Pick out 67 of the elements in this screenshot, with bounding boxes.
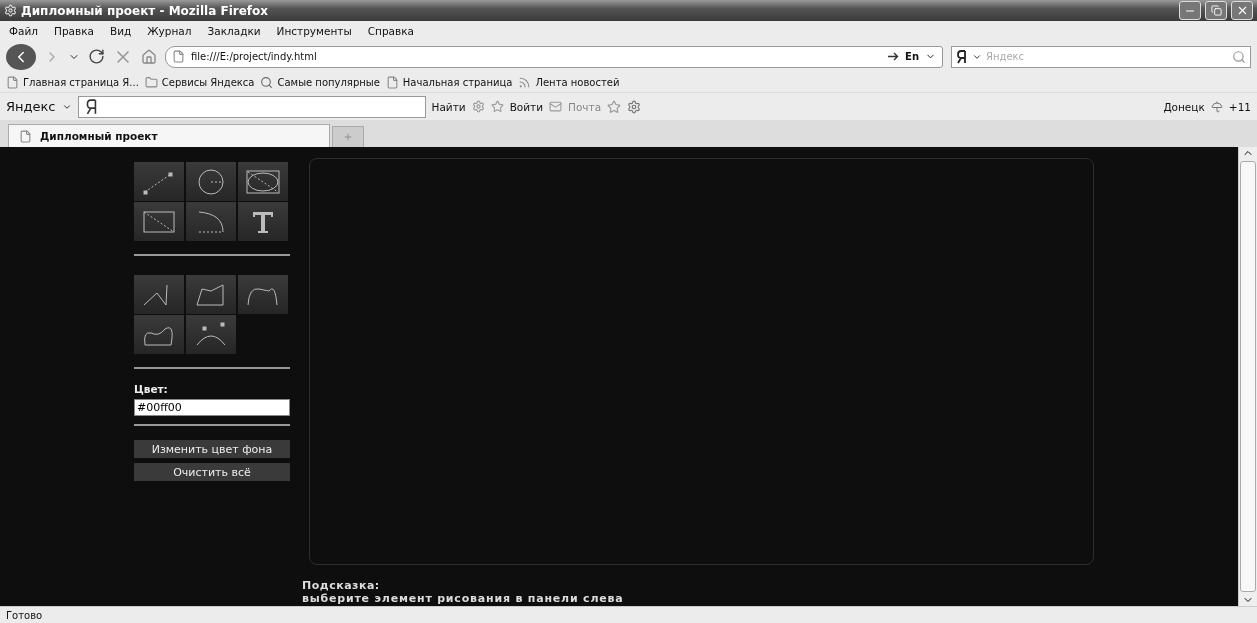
status-text: Готово bbox=[6, 609, 43, 621]
minimize-button[interactable] bbox=[1179, 1, 1201, 20]
bookmark-link[interactable]: Сервисы Яндекса bbox=[161, 77, 255, 88]
search-icon[interactable] bbox=[1232, 49, 1246, 64]
star-icon[interactable] bbox=[490, 100, 504, 113]
restore-button[interactable] bbox=[1205, 1, 1227, 20]
hint-title: Подсказка: bbox=[302, 579, 381, 592]
menu-item[interactable]: Журнал bbox=[147, 24, 192, 37]
tool-button[interactable] bbox=[186, 275, 236, 314]
language-indicator[interactable]: En bbox=[905, 51, 919, 62]
yandex-engine-icon[interactable] bbox=[956, 49, 968, 64]
tool-button[interactable] bbox=[186, 202, 236, 241]
page-icon bbox=[6, 76, 19, 89]
go-arrow-icon[interactable] bbox=[888, 52, 900, 61]
window-title: Дипломный проект - Mozilla Firefox bbox=[21, 3, 269, 18]
restore-icon bbox=[1210, 5, 1222, 16]
menu-item[interactable]: Правка bbox=[54, 24, 94, 37]
bookmark-link[interactable]: Лента новостей bbox=[535, 77, 620, 88]
home-icon[interactable] bbox=[141, 48, 157, 65]
reload-icon[interactable] bbox=[88, 48, 105, 65]
color-label: Цвет: bbox=[134, 383, 169, 395]
page-icon bbox=[385, 76, 399, 89]
find-button[interactable]: Найти bbox=[431, 100, 466, 113]
url-text: file:///E:/project/indy.html bbox=[191, 51, 318, 62]
page-icon bbox=[19, 129, 32, 143]
panel-button[interactable]: Изменить цвет фона bbox=[134, 440, 290, 458]
page-icon bbox=[172, 50, 185, 63]
tool-button[interactable] bbox=[238, 162, 288, 201]
panel-button[interactable]: Очистить всё bbox=[134, 463, 290, 481]
close-button[interactable] bbox=[1231, 1, 1253, 20]
folder-icon bbox=[144, 76, 158, 89]
tool-button[interactable] bbox=[134, 202, 184, 241]
feed-icon bbox=[518, 76, 532, 89]
tool-button[interactable] bbox=[134, 162, 184, 201]
mail-icon[interactable] bbox=[549, 100, 563, 113]
tool-button[interactable] bbox=[186, 315, 236, 354]
tool-button[interactable] bbox=[134, 275, 184, 314]
scrollbar[interactable] bbox=[1238, 147, 1257, 606]
tool-button[interactable] bbox=[238, 202, 288, 241]
hint-text: выберите элемент рисования в панели слева bbox=[302, 592, 625, 605]
plus-icon bbox=[343, 132, 353, 142]
color-field[interactable]: #00ff00 bbox=[134, 399, 290, 416]
tool-button[interactable] bbox=[238, 275, 288, 314]
browser-tab[interactable]: Дипломный проект bbox=[8, 124, 330, 147]
settings-icon[interactable] bbox=[627, 99, 642, 114]
yandex-search-field[interactable] bbox=[77, 95, 426, 118]
star-icon[interactable] bbox=[607, 99, 622, 114]
back-button[interactable] bbox=[6, 43, 36, 70]
menu-item[interactable]: Файл bbox=[9, 24, 38, 37]
menu-item[interactable]: Закладки bbox=[207, 24, 261, 37]
menu-item[interactable]: Справка bbox=[367, 24, 414, 37]
bookmark-link[interactable]: Главная страница Я... bbox=[23, 77, 139, 88]
yandex-icon bbox=[84, 98, 99, 115]
menu-item[interactable]: Инструменты bbox=[276, 24, 352, 37]
yandex-brand[interactable]: Яндекс bbox=[6, 99, 56, 114]
tab-title: Дипломный проект bbox=[40, 130, 158, 142]
city-name[interactable]: Донецк bbox=[1163, 100, 1205, 113]
menu-item[interactable]: Вид bbox=[110, 24, 132, 37]
address-field[interactable]: file:///E:/project/indy.html En bbox=[165, 45, 943, 68]
bookmark-link[interactable]: Начальная страница bbox=[402, 77, 513, 88]
login-button[interactable]: Войти bbox=[509, 100, 544, 113]
bookmark-link[interactable]: Самые популярные bbox=[277, 77, 380, 88]
search-folder-icon bbox=[260, 76, 274, 89]
temperature: +11 bbox=[1228, 100, 1251, 113]
tool-button[interactable] bbox=[186, 162, 236, 201]
tool-button[interactable] bbox=[134, 315, 184, 354]
umbrella-icon bbox=[1210, 100, 1223, 113]
